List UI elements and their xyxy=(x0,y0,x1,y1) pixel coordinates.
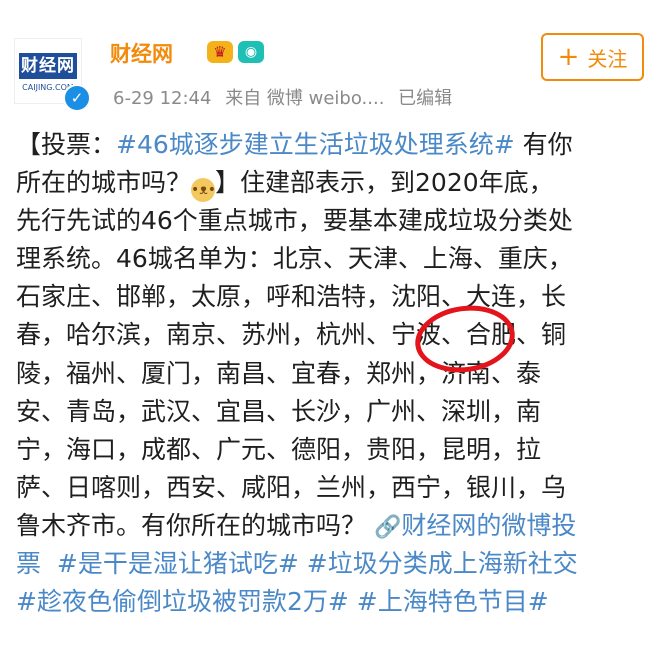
follow-button[interactable]: + 关注 xyxy=(541,33,644,81)
post-line: 石家庄、邯郸，太原，呼和浩特，沈阳、大连，长 xyxy=(16,282,567,312)
hashtag-link[interactable]: #46城逐步建立生活垃圾处理系统# xyxy=(116,130,515,159)
dog-face-emoji-icon: •ᴥ• xyxy=(191,178,216,203)
post-text: 】住建部表示，到2020年底， xyxy=(215,168,554,198)
post-line: 先行先试的46个重点城市，要基本建成垃圾分类处 xyxy=(16,206,573,236)
hashtag-link[interactable]: #上海特色节目# xyxy=(357,587,549,616)
post-text: 【投票： xyxy=(16,130,117,159)
hashtag-link[interactable]: #垃圾分类成上海新社交 xyxy=(307,549,578,578)
post-line: #趁夜色偷倒垃圾被罚款2万# #上海特色节目# xyxy=(16,583,648,621)
weibo-vote-link[interactable]: 财经网的微博投 xyxy=(401,511,576,540)
avatar-logo-text: 财经网 xyxy=(19,53,77,79)
post-text: 有你 xyxy=(514,130,573,159)
post-line: 陵，福州、厦门，南昌、宜春，郑州，济南、泰 xyxy=(16,358,542,388)
follow-label: 关注 xyxy=(587,46,628,71)
post-line: 萨、日喀则，西安、咸阳，兰州，西宁，银川，乌 xyxy=(16,472,567,502)
post-line: 所在的城市吗？•ᴥ•】住建部表示，到2020年底， xyxy=(16,164,648,203)
post-text: 鲁木齐市。有你所在的城市吗？ xyxy=(16,510,374,540)
post-text: 所在的城市吗？ xyxy=(16,168,192,198)
post-meta: 6-29 12:44 来自 微博 weibo.... 已编辑 xyxy=(113,84,460,110)
verified-icon: ✓ xyxy=(63,84,91,112)
camera-badge-icon[interactable]: ◉ xyxy=(238,41,264,63)
username[interactable]: 财经网 xyxy=(110,38,173,68)
post-line: 理系统。46城名单为：北京、天津、上海、重庆， xyxy=(16,244,573,274)
post-line: 春，哈尔滨，南京、苏州，杭州、宁波、合肥、铜 xyxy=(16,320,567,350)
post-body: 【投票：#46城逐步建立生活垃圾处理系统# 有你 所在的城市吗？•ᴥ•】住建部表… xyxy=(16,126,648,621)
hashtag-link[interactable]: #是干是湿让猪试吃# xyxy=(57,549,299,578)
crown-badge-icon[interactable]: ♛ xyxy=(207,41,233,63)
post-line: 宁，海口，成都、广元、德阳，贵阳，昆明，拉 xyxy=(16,434,542,464)
post-line: 票 #是干是湿让猪试吃# #垃圾分类成上海新社交 xyxy=(16,545,648,583)
post-line: 【投票：#46城逐步建立生活垃圾处理系统# 有你 xyxy=(16,126,648,164)
post-line: 鲁木齐市。有你所在的城市吗？ 🔗财经网的微博投 xyxy=(16,507,648,545)
link-icon: 🔗 xyxy=(373,514,402,540)
plus-icon: + xyxy=(557,42,580,72)
post-source[interactable]: 来自 微博 weibo.... xyxy=(225,88,384,109)
timestamp: 6-29 12:44 xyxy=(113,88,212,109)
edited-label[interactable]: 已编辑 xyxy=(398,88,452,109)
weibo-vote-link[interactable]: 票 xyxy=(16,549,41,578)
post-line: 安、青岛，武汉、宜昌、长沙，广州、深圳，南 xyxy=(16,396,542,426)
hashtag-link[interactable]: #趁夜色偷倒垃圾被罚款2万# xyxy=(16,587,349,616)
